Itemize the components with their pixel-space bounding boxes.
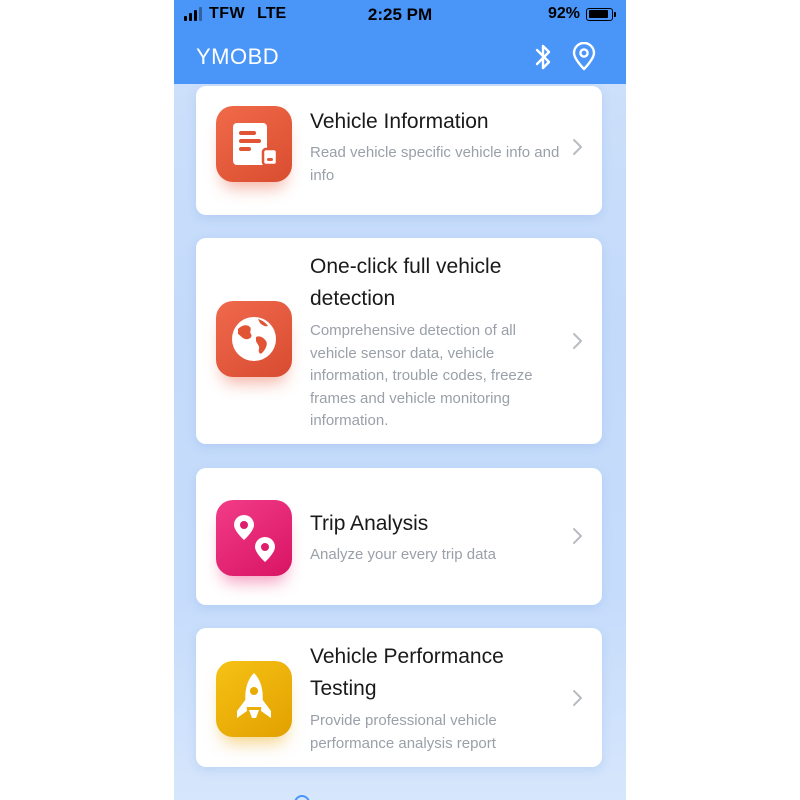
menu-item-description: Analyze your every trip data [310,546,496,563]
partial-circle-icon [294,795,310,800]
map-pins-icon [216,500,292,576]
menu-item-title: Vehicle Performance Testing [310,645,504,700]
cut-off-next-item [294,790,494,800]
battery-percent: 92% [547,5,580,22]
app-title: YMOBD [196,44,280,69]
menu-item-vehicle-performance-testing[interactable]: Vehicle Performance Testing Provide prof… [196,628,602,767]
status-right: 92% [548,5,616,23]
status-bar: TFW LTE 2:25 PM 92% [174,0,626,30]
globe-icon [216,301,292,377]
document-icon [216,106,292,182]
battery-icon [586,7,613,21]
app-header: YMOBD [174,30,626,84]
menu-item-title: Vehicle Information [310,110,489,133]
chevron-right-icon [572,332,584,350]
menu-item-vehicle-information[interactable]: Vehicle Information Read vehicle specifi… [196,86,602,215]
menu-item-title: Trip Analysis [310,512,429,535]
menu-item-description: Read vehicle specific vehicle info and i… [310,144,560,184]
menu-item-description: Provide professional vehicle performance… [310,712,497,752]
menu-item-title: One-click full vehicle detection [310,255,502,310]
menu-item-trip-analysis[interactable]: Trip Analysis Analyze your every trip da… [196,468,602,605]
menu-item-full-vehicle-detection[interactable]: One-click full vehicle detection Compreh… [196,238,602,444]
battery-fill [588,10,608,18]
rocket-icon [216,661,292,737]
chevron-right-icon [572,527,584,545]
bluetooth-icon[interactable] [529,42,557,72]
phone-screen: TFW LTE 2:25 PM 92% YMOBD Vehicle Inform… [174,0,626,800]
chevron-right-icon [572,138,584,156]
menu-item-description: Comprehensive detection of all vehicle s… [310,322,533,430]
location-pin-icon[interactable] [570,41,598,72]
battery-cap [614,11,616,17]
chevron-right-icon [572,689,584,707]
